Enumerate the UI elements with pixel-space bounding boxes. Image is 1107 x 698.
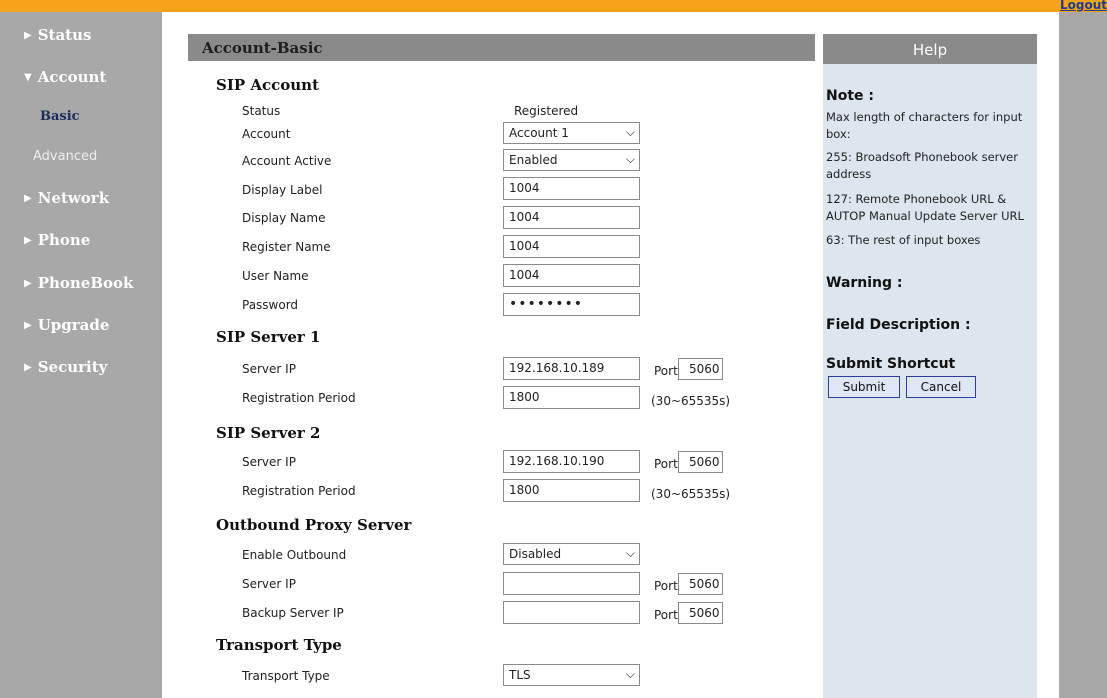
server2-ip-label: Server IP <box>242 455 296 469</box>
server1-reg-period-input[interactable]: 1800 <box>503 386 640 409</box>
server2-reg-range: (30~65535s) <box>651 487 731 501</box>
warning-title: Warning : <box>826 275 903 291</box>
submit-button[interactable]: Submit <box>828 376 900 398</box>
note-line: 63: The rest of input boxes <box>826 233 981 247</box>
display-label-label: Display Label <box>242 183 323 197</box>
outbound-server-ip-label: Server IP <box>242 577 296 591</box>
enable-outbound-select-value: Disabled <box>509 547 562 561</box>
section-title-sip-server-2: SIP Server 2 <box>216 424 321 442</box>
server2-port-input[interactable]: 5060 <box>678 451 723 473</box>
top-bar <box>0 0 1107 12</box>
account-label: Account <box>242 127 291 141</box>
chevron-down-icon: ⌵ <box>625 125 635 139</box>
section-title-transport-type: Transport Type <box>216 636 342 654</box>
enable-outbound-select[interactable]: Disabled ⌵ <box>503 543 640 565</box>
password-input[interactable]: •••••••• <box>503 293 640 316</box>
server2-reg-period-label: Registration Period <box>242 484 356 498</box>
sidebar-item-label: Account <box>37 68 107 86</box>
note-line: Max length of characters for input box: <box>826 110 1023 141</box>
register-name-input[interactable]: 1004 <box>503 235 640 258</box>
sidebar-item-label: Upgrade <box>37 316 110 334</box>
backup-server-ip-label: Backup Server IP <box>242 606 344 620</box>
chevron-down-icon: ⌵ <box>625 667 635 681</box>
display-label-input[interactable]: 1004 <box>503 177 640 200</box>
transport-type-label: Transport Type <box>242 669 330 683</box>
sidebar-item-network[interactable]: ▶ Network <box>24 189 109 207</box>
backup-server-ip-input[interactable] <box>503 601 640 624</box>
sidebar-nav: ▶ Status ▼ Account Basic Advanced ▶ Network… <box>0 12 162 698</box>
page-title: Account-Basic <box>202 39 323 57</box>
sidebar-item-phone[interactable]: ▶ Phone <box>24 231 90 249</box>
chevron-down-icon: ⌵ <box>625 152 635 166</box>
submit-shortcut-title: Submit Shortcut <box>826 356 956 372</box>
sidebar-item-label: Phone <box>37 231 91 249</box>
account-active-label: Account Active <box>242 154 332 168</box>
note-line: 255: Broadsoft Phonebook server address <box>826 150 1018 181</box>
sidebar-item-security[interactable]: ▶ Security <box>24 358 107 376</box>
triangle-right-icon: ▶ <box>24 235 32 246</box>
note-title: Note : <box>826 88 874 104</box>
field-description-title: Field Description : <box>826 317 971 333</box>
sidebar-item-label: Status <box>37 26 92 44</box>
outbound-port-label: Port <box>654 579 678 593</box>
sidebar-item-label: Network <box>37 189 110 207</box>
server2-reg-period-input[interactable]: 1800 <box>503 479 640 502</box>
triangle-down-icon: ▼ <box>24 72 32 83</box>
server2-ip-input[interactable]: 192.168.10.190 <box>503 450 640 473</box>
triangle-right-icon: ▶ <box>24 362 32 373</box>
cancel-button[interactable]: Cancel <box>906 376 976 398</box>
status-value: Registered <box>514 104 579 118</box>
display-name-input[interactable]: 1004 <box>503 206 640 229</box>
sidebar-item-label: PhoneBook <box>37 274 134 292</box>
server1-reg-range: (30~65535s) <box>651 394 731 408</box>
section-title-outbound-proxy: Outbound Proxy Server <box>216 516 412 534</box>
right-margin <box>1059 12 1107 698</box>
user-name-label: User Name <box>242 269 309 283</box>
sidebar-item-phonebook[interactable]: ▶ PhoneBook <box>24 274 133 292</box>
account-active-select[interactable]: Enabled ⌵ <box>503 149 640 171</box>
sidebar-item-account[interactable]: ▼ Account <box>24 68 106 86</box>
transport-type-select[interactable]: TLS ⌵ <box>503 664 640 686</box>
note-line: 127: Remote Phonebook URL & AUTOP Manual… <box>826 192 1024 223</box>
logout-link[interactable]: Logout <box>1060 0 1107 11</box>
transport-type-select-value: TLS <box>509 668 531 682</box>
enable-outbound-label: Enable Outbound <box>242 548 347 562</box>
section-title-sip-account: SIP Account <box>216 76 320 94</box>
sidebar-item-label: Security <box>37 358 108 376</box>
panel-header: Account-Basic <box>188 34 815 61</box>
server1-ip-input[interactable]: 192.168.10.189 <box>503 357 640 380</box>
sidebar-subitem-basic[interactable]: Basic <box>40 109 80 124</box>
triangle-right-icon: ▶ <box>24 320 32 331</box>
server1-ip-label: Server IP <box>242 362 296 376</box>
triangle-right-icon: ▶ <box>24 193 32 204</box>
sidebar-item-upgrade[interactable]: ▶ Upgrade <box>24 316 109 334</box>
server1-port-input[interactable]: 5060 <box>678 358 723 380</box>
status-label: Status <box>242 104 281 118</box>
section-title-sip-server-1: SIP Server 1 <box>216 328 321 346</box>
sidebar-item-status[interactable]: ▶ Status <box>24 26 91 44</box>
register-name-label: Register Name <box>242 240 331 254</box>
backup-port-label: Port <box>654 608 678 622</box>
display-name-label: Display Name <box>242 211 326 225</box>
chevron-down-icon: ⌵ <box>625 546 635 560</box>
help-title: Help <box>912 41 948 59</box>
triangle-right-icon: ▶ <box>24 30 32 41</box>
outbound-server-ip-input[interactable] <box>503 572 640 595</box>
triangle-right-icon: ▶ <box>24 278 32 289</box>
sidebar-subitem-advanced[interactable]: Advanced <box>33 149 97 164</box>
help-header: Help <box>823 34 1037 64</box>
account-select[interactable]: Account 1 ⌵ <box>503 122 640 144</box>
user-name-input[interactable]: 1004 <box>503 264 640 287</box>
backup-port-input[interactable]: 5060 <box>678 602 723 624</box>
server1-port-label: Port <box>654 364 678 378</box>
outbound-port-input[interactable]: 5060 <box>678 573 723 595</box>
help-panel: Help Note : Max length of characters for… <box>823 34 1037 698</box>
account-select-value: Account 1 <box>509 126 569 140</box>
password-label: Password <box>242 298 299 312</box>
account-active-select-value: Enabled <box>509 153 558 167</box>
server1-reg-period-label: Registration Period <box>242 391 356 405</box>
server2-port-label: Port <box>654 457 678 471</box>
